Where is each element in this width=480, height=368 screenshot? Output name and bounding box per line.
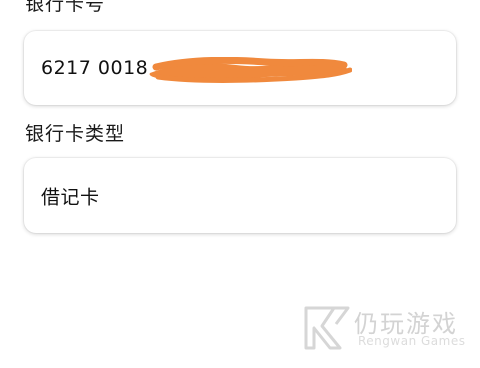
card-type-value: 借记卡 (41, 186, 100, 208)
card-type-label: 银行卡类型 (25, 123, 126, 145)
watermark-logo-icon (304, 306, 350, 350)
card-type-field[interactable]: 借记卡 (24, 158, 456, 233)
card-number-label: 银行卡号 (25, 0, 106, 15)
watermark: 仍玩游戏 Rengwan Games (300, 300, 470, 360)
card-number-value: 6217 0018 (41, 57, 149, 79)
watermark-subtitle: Rengwan Games (358, 334, 466, 348)
card-number-field[interactable]: 6217 0018 (24, 31, 456, 105)
redaction-scribble (149, 57, 352, 83)
